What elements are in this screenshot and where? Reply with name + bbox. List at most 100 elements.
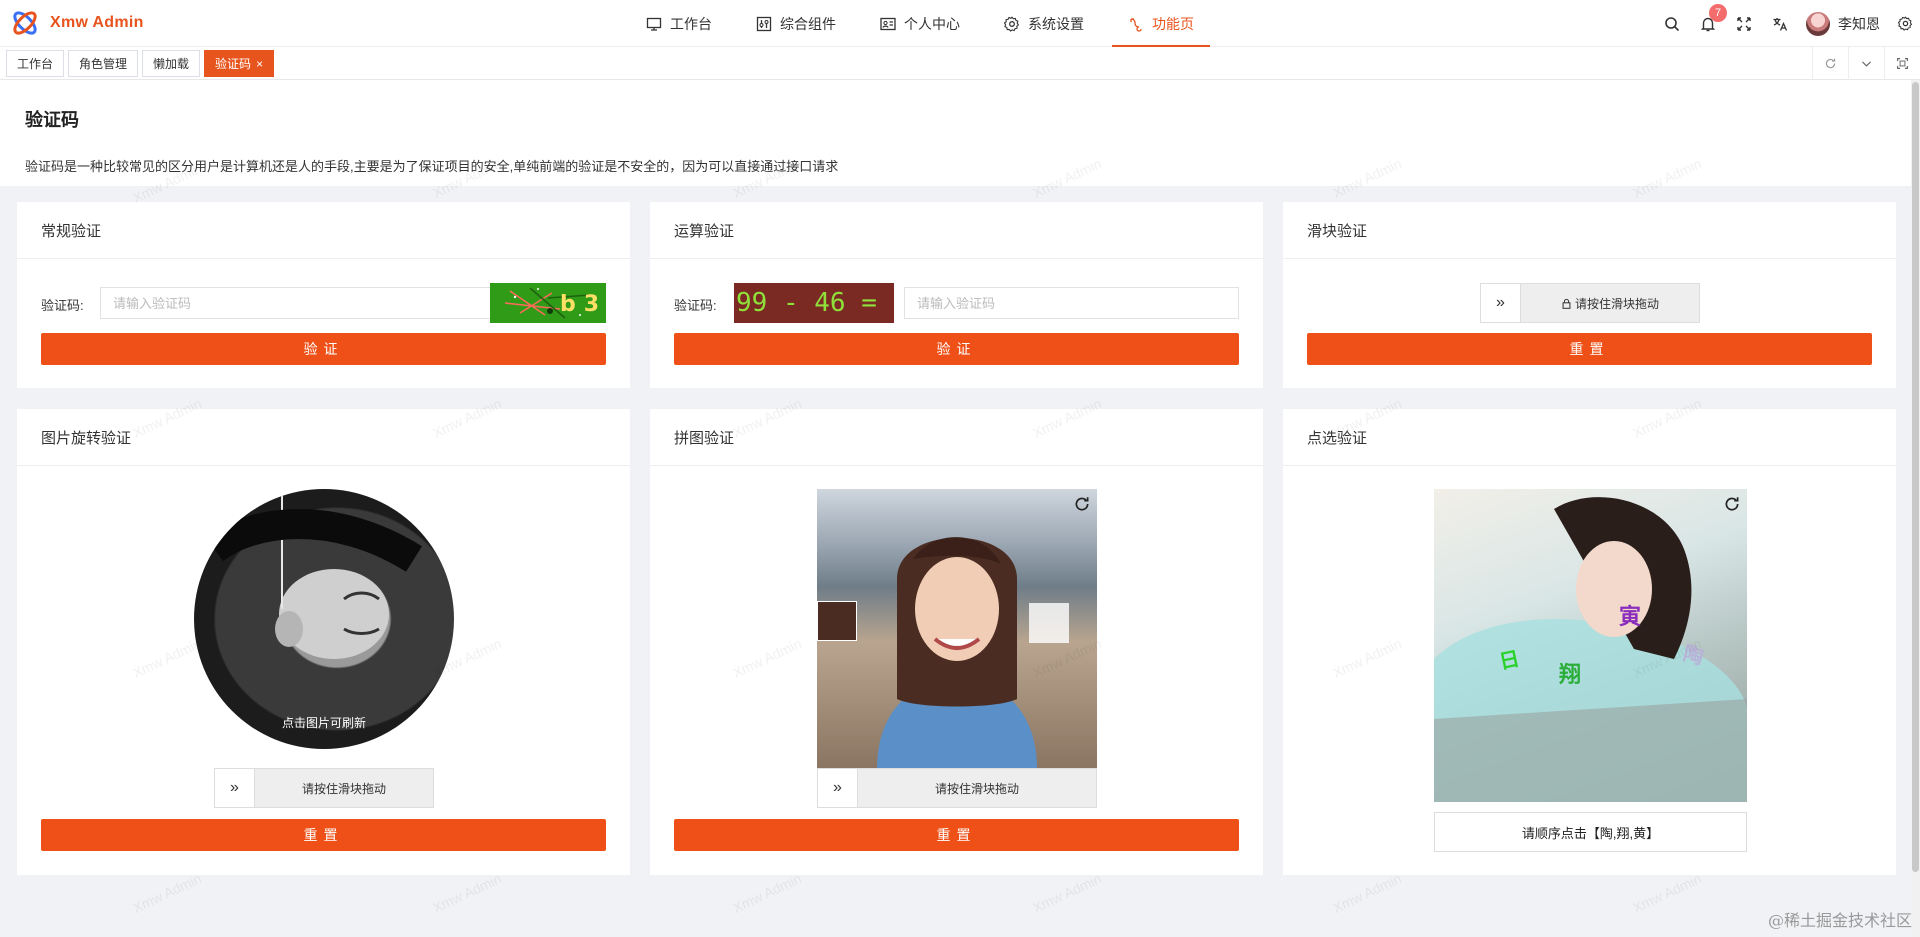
verify-button[interactable]: 验证 <box>674 333 1239 365</box>
card-click-captcha: 点选验证 寅 日 翔 陶 请顺序点击【陶,翔,黄】 <box>1283 409 1896 875</box>
search-button[interactable] <box>1654 0 1690 47</box>
slider-text: 请按住滑块拖动 <box>1521 295 1699 312</box>
top-header: Xmw Admin 工作台 综合组件 个人中心 系统设置 功能页 7 李知恩 <box>0 0 1920 47</box>
header-actions: 7 李知恩 <box>1654 0 1920 47</box>
feature-icon <box>1130 17 1142 32</box>
captcha-label: 验证码: <box>41 298 84 313</box>
puzzle-slider[interactable]: » 请按住滑块拖动 <box>817 768 1097 808</box>
click-char[interactable]: 寅 <box>1619 599 1641 631</box>
page-intro: 验证码 验证码是一种比较常见的区分用户是计算机还是人的手段,主要是为了保证项目的… <box>0 80 1911 186</box>
nav-label: 功能页 <box>1152 15 1194 32</box>
tabs-bar: 工作台 角色管理 懒加载 验证码 × <box>0 47 1920 80</box>
math-expression: 99 - 46 = ? <box>736 288 894 318</box>
refresh-button[interactable] <box>1721 493 1743 515</box>
scrollbar-thumb[interactable] <box>1912 82 1919 872</box>
nav-item-features[interactable]: 功能页 <box>1112 0 1210 47</box>
click-order-hint: 请顺序点击【陶,翔,黄】 <box>1434 812 1747 852</box>
page-title: 验证码 <box>25 110 79 130</box>
slider-label: 请按住滑块拖动 <box>1574 296 1659 311</box>
nav-label: 个人中心 <box>904 15 960 32</box>
tab-role-management[interactable]: 角色管理 <box>68 50 139 77</box>
tab-captcha[interactable]: 验证码 × <box>204 50 275 77</box>
nav-item-components[interactable]: 综合组件 <box>740 0 852 47</box>
lock-icon <box>1562 298 1571 309</box>
hint-text: 请顺序点击【陶,翔,黄】 <box>1521 825 1660 841</box>
slider-handle[interactable]: » <box>818 769 858 807</box>
puzzle-slot <box>1029 603 1069 643</box>
tab-dropdown-button[interactable] <box>1848 47 1884 80</box>
watermark: Xmw Admin <box>430 870 504 916</box>
reset-button[interactable]: 重置 <box>41 819 606 851</box>
expand-icon <box>1897 58 1908 69</box>
close-icon[interactable]: × <box>256 57 263 71</box>
watermark: Xmw Admin <box>130 870 204 916</box>
monitor-icon <box>646 17 662 31</box>
refresh-hint: 点击图片可刷新 <box>281 716 366 730</box>
refresh-icon <box>1825 58 1836 69</box>
card-math-captcha: 运算验证 验证码: 99 - 46 = ? 验证 <box>650 202 1263 388</box>
notification-button[interactable]: 7 <box>1690 0 1727 47</box>
sliders-icon <box>756 16 772 31</box>
math-captcha-image[interactable]: 99 - 46 = ? <box>734 283 894 323</box>
double-chevron-right-icon: » <box>1496 294 1505 311</box>
tab-label: 工作台 <box>17 57 54 71</box>
rotated-portrait <box>205 489 422 659</box>
refresh-tab-button[interactable] <box>1812 47 1848 80</box>
app-logo[interactable]: Xmw Admin <box>0 8 230 38</box>
tab-label: 验证码 <box>215 57 252 71</box>
math-answer-input[interactable] <box>904 287 1239 319</box>
page-scrollbar[interactable] <box>1911 80 1920 937</box>
nav-label: 综合组件 <box>780 15 836 32</box>
page-tabs: 工作台 角色管理 懒加载 验证码 × <box>6 50 278 77</box>
card-title: 常规验证 <box>17 202 630 259</box>
watermark: Xmw Admin <box>730 870 804 916</box>
fullscreen-icon <box>1737 16 1751 31</box>
drag-slider[interactable]: » 请按住滑块拖动 <box>1480 283 1700 323</box>
tab-label: 懒加载 <box>153 57 190 71</box>
refresh-icon <box>1075 497 1089 511</box>
reset-button[interactable]: 重置 <box>1307 333 1872 365</box>
language-button[interactable] <box>1762 0 1798 47</box>
nav-item-settings[interactable]: 系统设置 <box>988 0 1100 47</box>
slider-handle[interactable]: » <box>215 769 255 807</box>
source-watermark: @稀土掘金技术社区 <box>1767 911 1912 930</box>
search-icon <box>1665 16 1680 31</box>
double-chevron-right-icon: » <box>833 779 842 796</box>
logo-icon <box>13 11 37 35</box>
watermark: Xmw Admin <box>1630 870 1704 916</box>
app-name: Xmw Admin <box>50 14 144 31</box>
click-captcha-image[interactable]: 寅 日 翔 陶 <box>1434 489 1747 802</box>
captcha-input[interactable] <box>100 287 497 319</box>
rotate-image[interactable]: 点击图片可刷新 <box>194 489 454 749</box>
fullscreen-button[interactable] <box>1726 0 1762 47</box>
tab-label: 角色管理 <box>79 57 128 71</box>
chevron-down-icon <box>1862 61 1871 67</box>
rotate-slider[interactable]: » 请按住滑块拖动 <box>214 768 434 808</box>
gear-icon <box>1897 16 1912 31</box>
nav-item-workbench[interactable]: 工作台 <box>630 0 728 47</box>
tab-maximize-button[interactable] <box>1884 47 1920 80</box>
card-title: 图片旋转验证 <box>17 409 630 466</box>
verify-button[interactable]: 验证 <box>41 333 606 365</box>
translate-icon <box>1773 17 1788 31</box>
watermark: Xmw Admin <box>1330 870 1404 916</box>
nav-label: 工作台 <box>670 15 712 32</box>
captcha-code: b3 <box>560 292 606 317</box>
reset-button[interactable]: 重置 <box>674 819 1239 851</box>
slider-handle[interactable]: » <box>1481 284 1521 322</box>
tab-lazy-load[interactable]: 懒加载 <box>142 50 201 77</box>
card-title: 运算验证 <box>650 202 1263 259</box>
user-menu[interactable]: 李知恩 <box>1798 0 1890 47</box>
click-char[interactable]: 翔 <box>1559 657 1581 689</box>
tab-workbench[interactable]: 工作台 <box>6 50 65 77</box>
notification-badge: 7 <box>1709 4 1727 22</box>
slider-text: 请按住滑块拖动 <box>934 781 1019 796</box>
nav-item-profile[interactable]: 个人中心 <box>864 0 976 47</box>
puzzle-piece[interactable] <box>817 601 857 641</box>
captcha-image[interactable]: b3 <box>490 283 606 323</box>
user-name: 李知恩 <box>1838 15 1880 32</box>
theme-settings-button[interactable] <box>1890 0 1920 47</box>
page-description: 验证码是一种比较常见的区分用户是计算机还是人的手段,主要是为了保证项目的安全,单… <box>25 159 839 174</box>
refresh-button[interactable] <box>1071 493 1093 515</box>
tab-tools <box>1812 47 1920 80</box>
